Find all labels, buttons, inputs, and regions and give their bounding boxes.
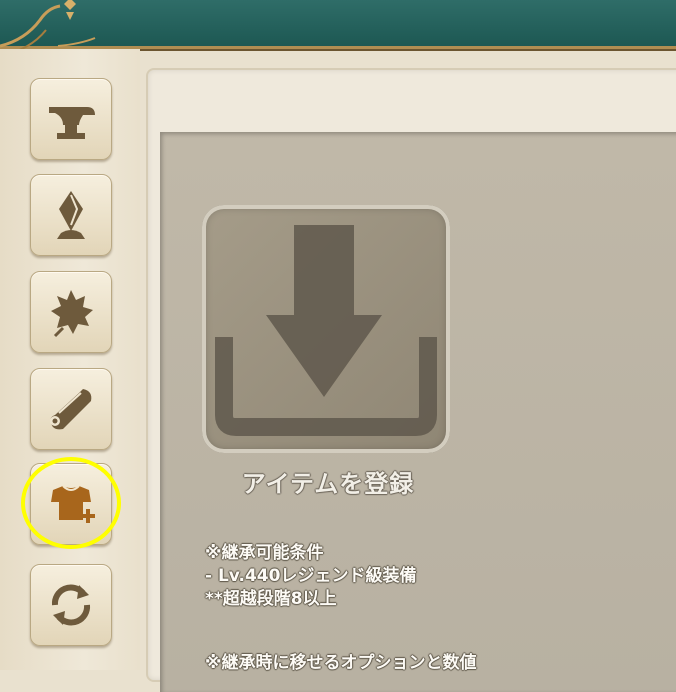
sidebar-item-anvil[interactable] [30, 78, 112, 160]
sidebar-item-refresh[interactable] [30, 564, 112, 646]
refresh-icon [51, 584, 91, 626]
selection-highlight-ring [21, 457, 121, 549]
condition-transcendence: **超越段階8以上 [205, 589, 337, 609]
crystal-icon [57, 191, 85, 239]
item-register-slot[interactable] [202, 205, 450, 453]
scroll-icon [50, 389, 92, 430]
top-bar [0, 0, 676, 57]
download-arrow-icon [215, 225, 437, 436]
transferable-options-title: ※継承時に移せるオプションと数値 [205, 653, 477, 673]
inherit-conditions: ※継承可能条件 - Lv.440レジェンド級装備 **超越段階8以上 [205, 542, 665, 611]
conditions-title: ※継承可能条件 [205, 543, 324, 563]
leaf-icon [51, 290, 93, 338]
register-item-label: アイテムを登録 [241, 470, 415, 498]
sidebar-item-scroll[interactable] [30, 368, 112, 450]
condition-level: - Lv.440レジェンド級装備 [205, 566, 417, 586]
anvil-icon [49, 107, 95, 139]
sidebar-item-crystal[interactable] [30, 174, 112, 256]
sidebar-item-leaf[interactable] [30, 271, 112, 353]
